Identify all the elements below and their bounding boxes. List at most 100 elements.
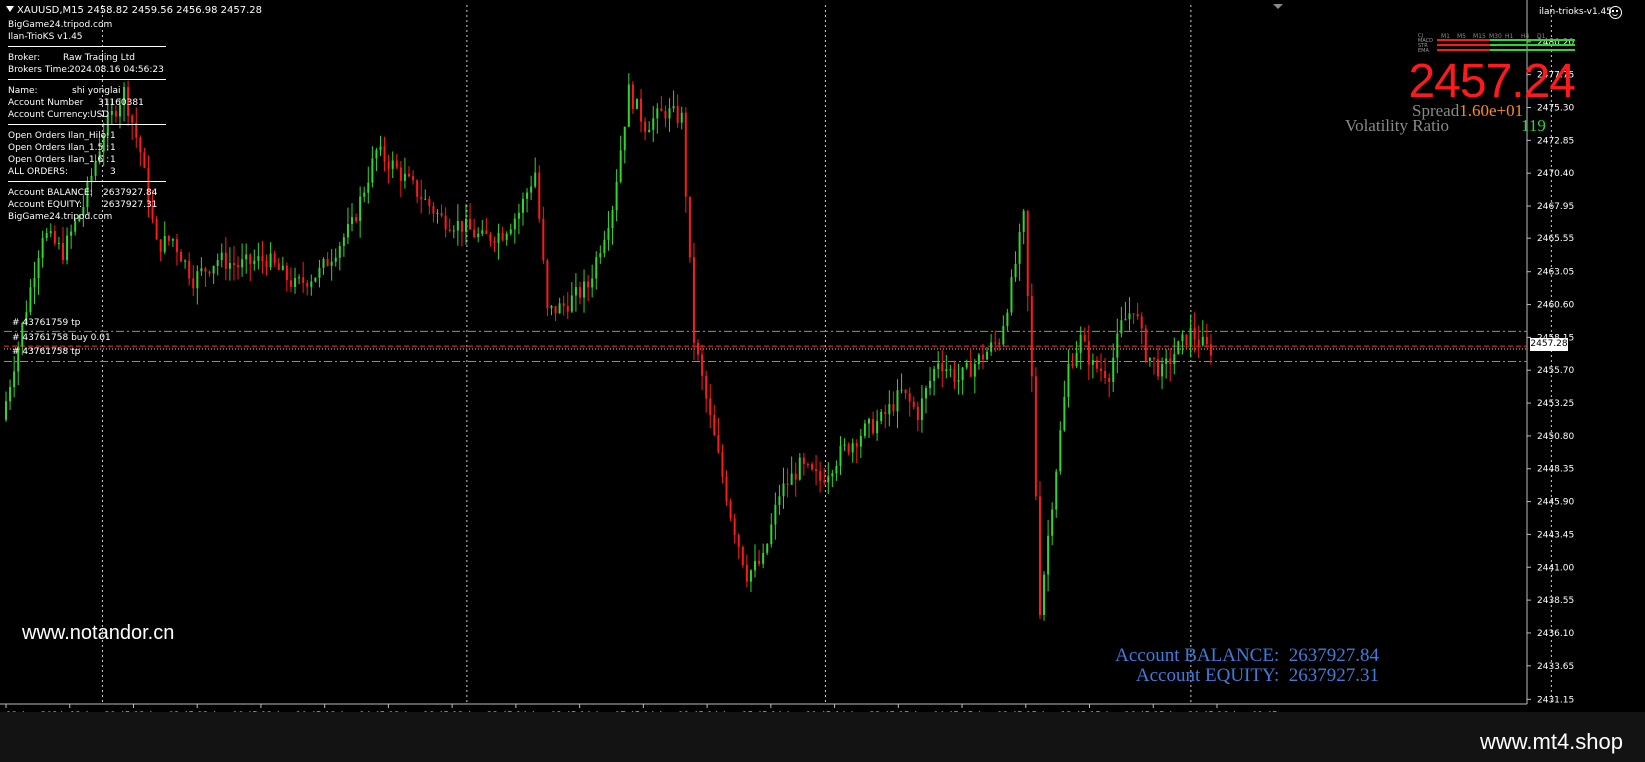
price-tick-label: 2431.15: [1537, 695, 1574, 705]
candle-body: [749, 570, 752, 582]
collapse-triangle-icon[interactable]: [6, 6, 14, 12]
price-tick-label: 2467.95: [1537, 202, 1574, 212]
price-tick-label: 2460.60: [1537, 301, 1574, 311]
candle-body: [587, 281, 590, 288]
candle-body: [981, 354, 984, 360]
candle-body: [916, 406, 919, 420]
symbol-header[interactable]: XAUUSD,M15 2458.82 2459.56 2456.98 2457.…: [6, 5, 262, 16]
currency-label: Account Currency:: [8, 110, 91, 120]
ea-version: Ilan-TrioKS v1.45: [8, 32, 83, 42]
candle-body: [469, 218, 472, 230]
watermark-right: www.mt4.shop: [1479, 729, 1623, 754]
order-line-label[interactable]: # 43761758 buy 0.01: [12, 333, 111, 343]
candle-body: [351, 217, 354, 225]
candle-body: [652, 118, 655, 130]
candle-body: [1165, 358, 1168, 364]
candle-body: [794, 473, 797, 480]
site-text-2: BigGame24.tripod.com: [8, 212, 113, 222]
candle-body: [416, 180, 419, 197]
candle-body: [188, 260, 191, 279]
candle-body: [1002, 326, 1005, 345]
candle-body: [692, 257, 695, 343]
name-label: Name:: [8, 86, 38, 96]
equity-label: Account EQUITY:: [8, 200, 83, 210]
current-price-tag: 2457.28: [1530, 338, 1568, 351]
candle-body: [896, 390, 899, 412]
candle-body: [481, 230, 484, 234]
equity-value: 2637927.31: [103, 200, 158, 210]
candle-body: [61, 243, 64, 261]
candle-body: [1034, 376, 1037, 497]
candle-body: [758, 560, 761, 564]
candle-body: [245, 254, 248, 260]
candle-body: [1185, 334, 1188, 346]
candle-body: [1038, 496, 1041, 615]
candle-body: [159, 239, 162, 252]
candle-body: [375, 150, 378, 159]
smiley-ea-active-icon[interactable]: [1609, 6, 1622, 19]
open-hilo-value: 1: [110, 131, 116, 141]
candle-body: [627, 84, 630, 127]
price-tick-label: 2433.65: [1537, 662, 1574, 672]
candle-body: [778, 496, 781, 505]
candle-body: [310, 281, 313, 287]
candle-body: [395, 160, 398, 168]
price-tick-label: 2472.85: [1537, 136, 1574, 146]
candle-body: [1104, 370, 1107, 378]
candle-body: [815, 469, 818, 471]
order-line-label[interactable]: # 43761759 tp: [12, 318, 80, 328]
candle-body: [847, 444, 850, 453]
candle-body: [578, 287, 581, 298]
candle-body: [261, 256, 264, 261]
order-line-label[interactable]: # 43761758 tp: [12, 347, 80, 357]
candle-body: [342, 237, 345, 246]
candle-body: [668, 108, 671, 119]
spread-value: 1.60e+01: [1459, 101, 1524, 120]
candle-body: [1059, 430, 1062, 472]
price-chart[interactable]: 2480.202477.752475.302472.852470.402467.…: [0, 0, 1645, 762]
candle-body: [1201, 336, 1204, 346]
candle-body: [167, 236, 170, 241]
candle-body: [1148, 357, 1151, 361]
candle-body: [371, 158, 374, 183]
candle-body: [872, 418, 875, 434]
candle-body: [599, 253, 602, 258]
candle-body: [1209, 344, 1212, 356]
candle-body: [623, 126, 626, 151]
candle-body: [607, 228, 610, 240]
all-orders-label: ALL ORDERS:: [8, 167, 68, 177]
candle-body: [717, 435, 720, 452]
all-orders-value: 3: [110, 167, 116, 177]
candle-body: [855, 443, 858, 447]
candle-body: [843, 444, 846, 446]
candle-body: [1055, 471, 1058, 510]
candle-body: [766, 544, 769, 553]
candle-body: [827, 476, 830, 483]
candle-body: [644, 121, 647, 133]
candle-body: [1197, 339, 1200, 346]
name-value: shi yonglai: [72, 86, 121, 96]
candle-body: [359, 196, 362, 221]
candle-body: [53, 231, 56, 244]
symbol-quote: XAUUSD,M15 2458.82 2459.56 2456.98 2457.…: [17, 5, 263, 16]
price-tick-label: 2448.35: [1537, 465, 1574, 475]
candle-body: [1051, 509, 1054, 536]
candle-body: [1193, 327, 1196, 340]
candle-body: [163, 236, 166, 252]
candle-body: [1030, 295, 1033, 377]
candle-body: [1120, 320, 1123, 334]
candle-body: [640, 98, 643, 122]
candle-body: [45, 232, 48, 238]
bottom-bar: [0, 712, 1645, 762]
candle-body: [432, 206, 435, 214]
price-tick-label: 2441.00: [1537, 563, 1574, 573]
timeframe-label: M30: [1489, 33, 1502, 40]
candle-body: [273, 253, 276, 264]
candle-body: [961, 367, 964, 381]
candle-body: [741, 546, 744, 565]
candle-body: [253, 260, 256, 264]
candle-body: [387, 161, 390, 169]
candle-body: [220, 252, 223, 261]
candle-body: [745, 564, 748, 582]
candle-body: [237, 265, 240, 268]
